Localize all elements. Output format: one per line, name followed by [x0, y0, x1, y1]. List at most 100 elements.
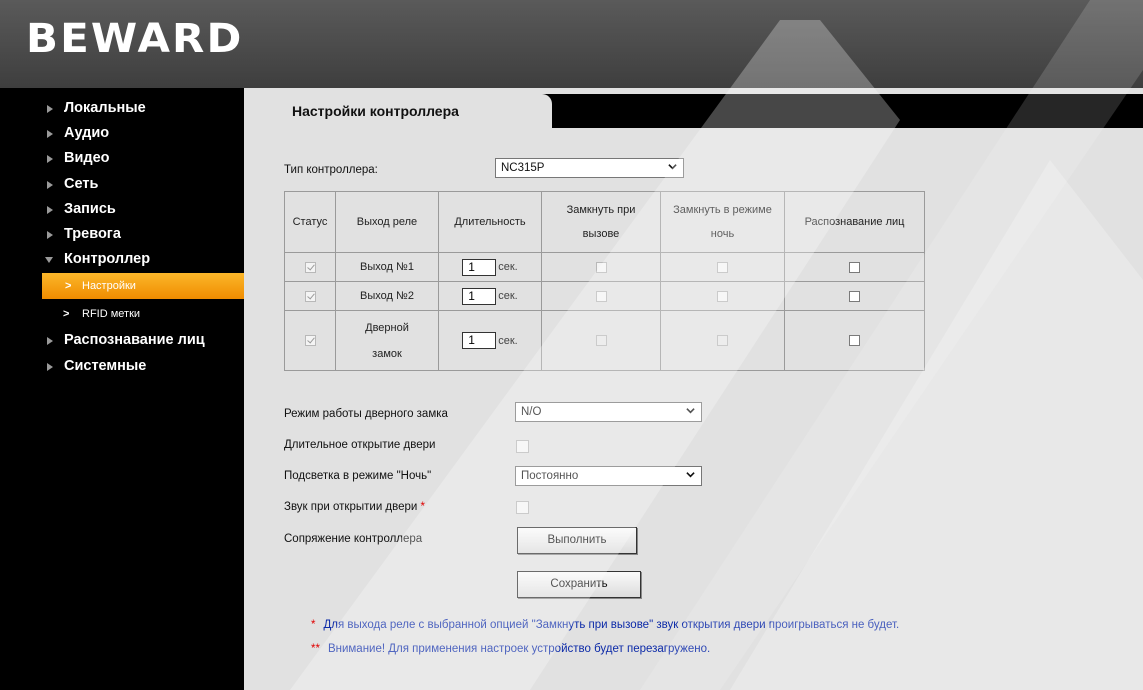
night-light-label: Подсветка в режиме "Ночь": [284, 470, 432, 482]
note-text: Для выхода реле с выбранной опцией "Замк…: [323, 619, 900, 631]
long-open-label: Длительное открытие двери: [284, 439, 436, 451]
col-header-status: Статус: [284, 191, 336, 253]
face-checkbox[interactable]: [849, 335, 860, 347]
duration-input[interactable]: 1: [462, 287, 497, 305]
sidebar-item-record[interactable]: Запись: [0, 197, 244, 222]
duration-cell: 1 сек.: [438, 310, 542, 371]
close-on-call-checkbox: [595, 261, 607, 273]
close-on-call-cell: [541, 252, 661, 282]
close-night-checkbox: [717, 261, 728, 273]
open-sound-label: Звук при открытии двери *: [284, 501, 426, 513]
sidebar-item-face-recognition[interactable]: Распознавание лиц: [0, 328, 244, 353]
controller-type-select[interactable]: NC315P: [495, 158, 684, 178]
sidebar-item-alarm[interactable]: Тревога: [0, 222, 244, 247]
close-night-checkbox: [717, 290, 728, 302]
controller-type-value: NC315P: [501, 162, 545, 174]
status-cell: [284, 252, 336, 282]
open-sound-checkbox[interactable]: [516, 501, 529, 514]
relay-name-cell: Дверной замок: [335, 310, 439, 371]
table-row: Выход №1 1 сек.: [284, 252, 925, 282]
duration-input[interactable]: 1: [462, 258, 497, 276]
relay-name-cell: Выход №1: [335, 252, 439, 282]
sidebar-subitem-label: Настройки: [82, 280, 136, 293]
face-cell: [784, 252, 925, 282]
sidebar-item-controller[interactable]: Контроллер: [0, 247, 244, 272]
duration-input[interactable]: 1: [462, 332, 497, 349]
note-star: **: [311, 643, 320, 655]
sidebar-item-label: Аудио: [64, 125, 110, 142]
brand-logo: BEWARD: [26, 16, 244, 62]
duration-unit: сек.: [498, 290, 518, 302]
arrow-right-icon: [47, 337, 53, 346]
col-header-duration: Длительность: [438, 191, 542, 253]
col-header-close-on-call: Замкнуть при вызове: [541, 191, 661, 253]
sidebar-item-local[interactable]: Локальные: [0, 96, 244, 121]
sidebar-subitem-settings[interactable]: > Настройки: [42, 273, 244, 300]
tab-controller-settings[interactable]: Настройки контроллера: [244, 94, 552, 130]
sidebar-item-audio[interactable]: Аудио: [0, 121, 244, 146]
night-light-value: Постоянно: [521, 470, 579, 482]
status-checkbox: [304, 290, 316, 302]
save-button[interactable]: Сохранить: [517, 571, 641, 598]
arrow-right-icon: [47, 230, 53, 239]
arrow-right-icon: [47, 180, 53, 189]
sidebar-item-video[interactable]: Видео: [0, 146, 244, 171]
close-on-call-checkbox: [595, 335, 607, 347]
sidebar-item-label: Системные: [64, 357, 147, 374]
main-content: Настройки контроллера Тип контроллера: N…: [244, 88, 1143, 690]
sidebar-item-label: Видео: [64, 150, 110, 167]
duration-unit: сек.: [498, 261, 518, 273]
sidebar-item-label: Распознавание лиц: [64, 332, 205, 349]
arrow-right-icon: [47, 362, 53, 371]
pairing-execute-button[interactable]: Выполнить: [517, 527, 637, 554]
lock-mode-value: N/O: [521, 406, 542, 418]
night-light-select[interactable]: Постоянно: [515, 466, 702, 486]
face-cell: [784, 281, 925, 311]
relay-name-cell: Выход №2: [335, 281, 439, 311]
sidebar-item-network[interactable]: Сеть: [0, 172, 244, 197]
sidebar-item-label: Сеть: [64, 175, 99, 192]
close-on-call-checkbox: [595, 290, 607, 302]
sidebar-item-label: Локальные: [64, 100, 146, 116]
status-cell: [284, 310, 336, 371]
header-bar: BEWARD: [0, 0, 1143, 88]
chevron-right-icon: >: [63, 308, 70, 321]
table-header-row: Статус Выход реле Длительность Замкнуть …: [284, 191, 925, 253]
col-header-close-night: Замкнуть в режиме ночь: [660, 191, 785, 253]
col-header-face: Распознавание лиц: [784, 191, 925, 253]
status-checkbox: [304, 261, 316, 273]
table-row: Выход №2 1 сек.: [284, 281, 925, 311]
sidebar-subitem-rfid[interactable]: > RFID метки: [0, 300, 244, 328]
arrow-right-icon: [47, 155, 53, 164]
pairing-label: Сопряжение контроллера: [284, 533, 423, 545]
duration-cell: 1 сек.: [438, 281, 542, 311]
relay-table: Статус Выход реле Длительность Замкнуть …: [284, 191, 925, 371]
sidebar-item-label: Запись: [64, 200, 116, 217]
note-star: *: [311, 619, 316, 631]
face-checkbox[interactable]: [849, 290, 860, 302]
close-on-call-cell: [541, 281, 661, 311]
app-window: BEWARD Локальные Аудио Видео Сеть Запись…: [0, 0, 1143, 690]
long-open-checkbox[interactable]: [516, 440, 529, 453]
chevron-down-icon: [668, 164, 677, 170]
sidebar-item-system[interactable]: Системные: [0, 354, 244, 379]
sidebar-subitem-label: RFID метки: [82, 308, 141, 321]
close-night-cell: [660, 281, 785, 311]
close-night-cell: [660, 310, 785, 371]
note-2: ** Внимание! Для применения настроек устр…: [311, 643, 710, 655]
face-checkbox[interactable]: [849, 261, 860, 273]
lock-mode-label: Режим работы дверного замка: [284, 408, 448, 420]
duration-unit: сек.: [498, 334, 518, 347]
sidebar-item-label: Тревога: [64, 225, 121, 242]
close-night-cell: [660, 252, 785, 282]
col-header-relay: Выход реле: [335, 191, 439, 253]
close-on-call-cell: [541, 310, 661, 371]
lock-mode-select[interactable]: N/O: [515, 402, 702, 422]
arrow-right-icon: [47, 130, 53, 139]
table-row: Дверной замок 1 сек.: [284, 310, 925, 371]
note-text: Внимание! Для применения настроек устрой…: [327, 643, 711, 655]
duration-cell: 1 сек.: [438, 252, 542, 282]
sidebar-nav: Локальные Аудио Видео Сеть Запись Тревог…: [0, 88, 244, 379]
chevron-down-icon: [686, 408, 695, 414]
status-checkbox: [304, 335, 316, 347]
